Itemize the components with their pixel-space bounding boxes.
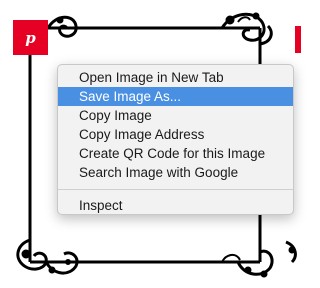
menu-item-copy-image-address[interactable]: Copy Image Address xyxy=(58,125,293,144)
menu-item-create-qr-code[interactable]: Create QR Code for this Image xyxy=(58,144,293,163)
context-menu: Open Image in New Tab Save Image As... C… xyxy=(57,64,294,215)
menu-item-save-image-as[interactable]: Save Image As... xyxy=(58,87,293,106)
adjacent-pin-button-edge[interactable] xyxy=(295,26,301,53)
menu-item-open-image-new-tab[interactable]: Open Image in New Tab xyxy=(58,68,293,87)
pinterest-save-button[interactable]: p xyxy=(13,20,48,55)
corner-flourish-bottom-left xyxy=(16,238,79,275)
menu-item-inspect[interactable]: Inspect xyxy=(58,196,293,215)
pinterest-logo-icon: p xyxy=(25,28,36,47)
menu-item-search-image-google[interactable]: Search Image with Google xyxy=(58,163,293,182)
menu-item-copy-image[interactable]: Copy Image xyxy=(58,106,293,125)
menu-separator xyxy=(58,189,293,190)
